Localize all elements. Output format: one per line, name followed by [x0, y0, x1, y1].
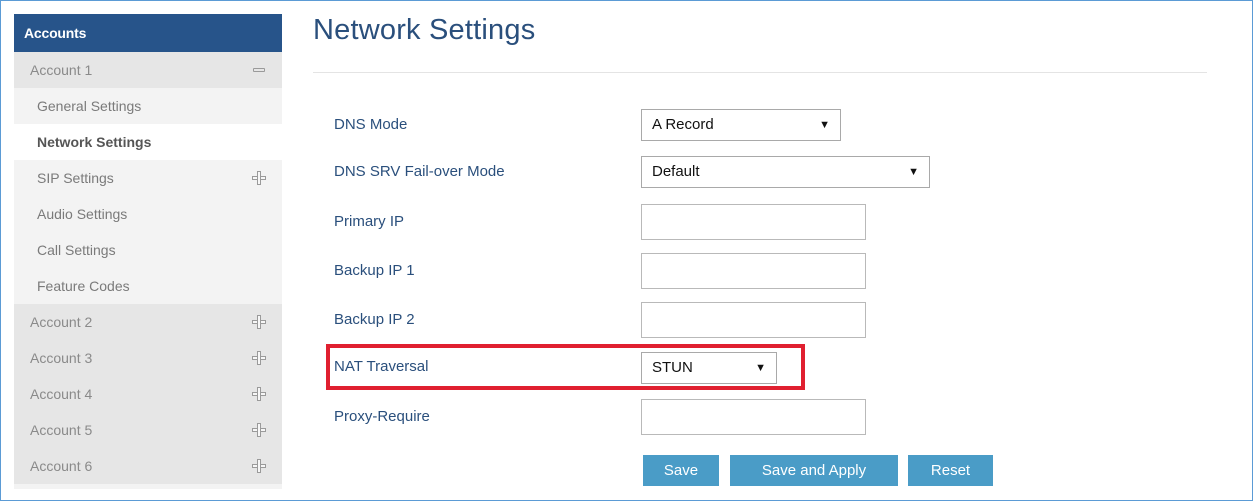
sidebar-item-label: General Settings — [37, 98, 142, 114]
proxy-require-label: Proxy-Require — [334, 408, 430, 425]
sidebar-item-label: Account 4 — [30, 386, 93, 402]
dns-srv-failover-value: Default — [652, 163, 700, 180]
accounts-sidebar: Accounts Account 1 General Settings Netw… — [14, 14, 282, 489]
sidebar-item-general-settings[interactable]: General Settings — [14, 88, 282, 124]
sidebar-item-account-6[interactable]: Account 6 — [14, 448, 282, 484]
sidebar-item-network-settings[interactable]: Network Settings — [14, 124, 282, 160]
dns-mode-select[interactable]: A Record ▼ — [641, 109, 841, 141]
backup-ip-2-field[interactable] — [641, 302, 866, 338]
sidebar-item-label: Call Settings — [37, 242, 116, 258]
sidebar-item-sip-settings[interactable]: SIP Settings — [14, 160, 282, 196]
sidebar-item-call-settings[interactable]: Call Settings — [14, 232, 282, 268]
nat-traversal-select[interactable]: STUN ▼ — [641, 352, 777, 384]
sidebar-item-label: Account 1 — [30, 62, 93, 78]
plus-icon[interactable] — [252, 412, 266, 448]
sidebar-header: Accounts — [14, 14, 282, 52]
sidebar-item-label: Account 2 — [30, 314, 93, 330]
dns-mode-value: A Record — [652, 116, 714, 133]
dropdown-arrow-icon: ▼ — [908, 166, 919, 178]
save-button[interactable]: Save — [643, 455, 719, 486]
sidebar-item-label: Account 5 — [30, 422, 93, 438]
sidebar-item-label: SIP Settings — [37, 170, 114, 186]
sidebar-item-feature-codes[interactable]: Feature Codes — [14, 268, 282, 304]
primary-ip-field[interactable] — [641, 204, 866, 240]
minus-icon[interactable] — [252, 52, 266, 88]
sidebar-item-label: Account 3 — [30, 350, 93, 366]
plus-icon[interactable] — [252, 376, 266, 412]
dns-mode-label: DNS Mode — [334, 116, 408, 133]
backup-ip-2-label: Backup IP 2 — [334, 311, 415, 328]
plus-icon[interactable] — [252, 304, 266, 340]
sidebar-item-label: Account 6 — [30, 458, 93, 474]
sidebar-item-audio-settings[interactable]: Audio Settings — [14, 196, 282, 232]
plus-icon[interactable] — [252, 340, 266, 376]
backup-ip-1-label: Backup IP 1 — [334, 262, 415, 279]
dns-srv-failover-select[interactable]: Default ▼ — [641, 156, 930, 188]
sidebar-item-account-2[interactable]: Account 2 — [14, 304, 282, 340]
reset-button[interactable]: Reset — [908, 455, 993, 486]
backup-ip-1-field[interactable] — [641, 253, 866, 289]
primary-ip-label: Primary IP — [334, 213, 405, 230]
plus-icon[interactable] — [252, 160, 266, 196]
title-divider — [313, 72, 1207, 73]
nat-traversal-label: NAT Traversal — [334, 358, 429, 375]
sidebar-item-label: Network Settings — [37, 134, 152, 150]
sidebar-item-account-1[interactable]: Account 1 — [14, 52, 282, 88]
nat-traversal-value: STUN — [652, 359, 693, 376]
page-title: Network Settings — [313, 14, 536, 46]
dropdown-arrow-icon: ▼ — [819, 119, 830, 131]
save-and-apply-button[interactable]: Save and Apply — [730, 455, 898, 486]
sidebar-item-account-4[interactable]: Account 4 — [14, 376, 282, 412]
sidebar-item-account-5[interactable]: Account 5 — [14, 412, 282, 448]
sidebar-item-label: Feature Codes — [37, 278, 130, 294]
sidebar-item-label: Audio Settings — [37, 206, 128, 222]
plus-icon[interactable] — [252, 448, 266, 484]
dns-srv-failover-label: DNS SRV Fail-over Mode — [334, 163, 505, 180]
sidebar-item-account-3[interactable]: Account 3 — [14, 340, 282, 376]
proxy-require-field[interactable] — [641, 399, 866, 435]
dropdown-arrow-icon: ▼ — [755, 362, 766, 374]
